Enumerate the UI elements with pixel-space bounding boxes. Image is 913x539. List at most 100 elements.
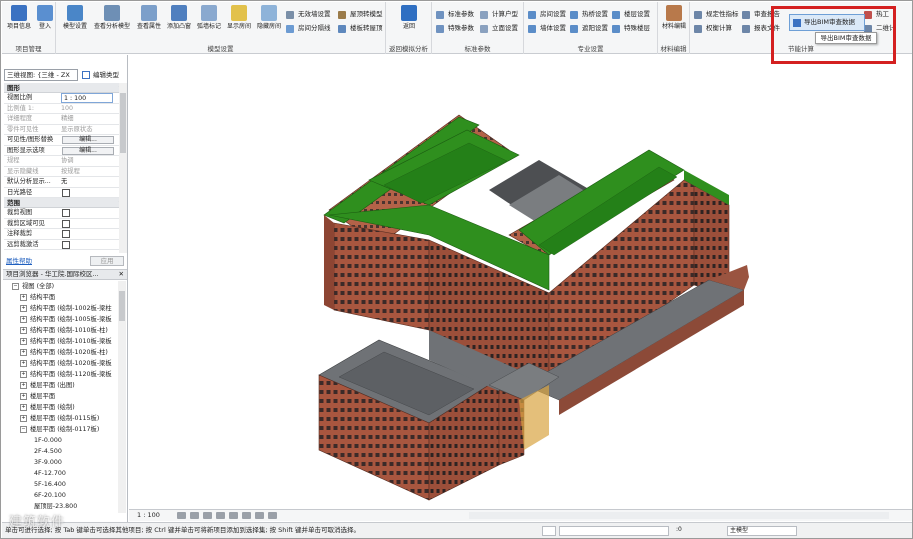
sun-path-checkbox[interactable] <box>62 188 70 197</box>
tree-item[interactable]: + 结构平面 (绘制-1020板-柱) <box>4 347 118 358</box>
hide-rooms-button[interactable]: 隐藏房间 <box>254 4 284 38</box>
view-analysis-model-button[interactable]: 查看分析模型 <box>92 4 132 38</box>
view-type-dropdown[interactable]: 三维视图: {三维 - ZX <box>4 69 78 81</box>
material-edit-button[interactable]: 材料编辑 <box>659 4 689 38</box>
tree-item[interactable]: 1F-0.000 <box>4 435 118 446</box>
tree-item[interactable]: + 结构平面 (绘制-1010板-柱) <box>4 325 118 336</box>
show-rooms-button[interactable]: 显示房间 <box>224 4 254 38</box>
tree-item[interactable]: − 视图 (全部) <box>4 281 118 292</box>
tree-item-label: 结构平面 (绘制-1020板-梁板 <box>30 360 112 367</box>
add-bump-window-button[interactable]: 添加凸窗 <box>164 4 194 38</box>
thermal-bridge-icon <box>570 11 578 19</box>
apply-button[interactable]: 应用 <box>90 256 124 266</box>
code-indicators-button[interactable]: 规定性指标 <box>694 9 739 20</box>
crop-visible-checkbox[interactable] <box>62 219 70 228</box>
roof-to-model-button[interactable]: 屋顶转模型 <box>338 9 383 20</box>
design-option-dropdown[interactable]: 主模型 <box>727 526 797 536</box>
expand-icon[interactable]: + <box>20 370 27 378</box>
attributes-icon <box>141 5 157 21</box>
viewport-horizontal-scrollbar[interactable] <box>469 512 889 519</box>
tree-item[interactable]: + 结构平面 (绘制-1010板-梁板 <box>4 336 118 347</box>
export-bim-review-button[interactable]: 导出BIM审查数据 <box>789 14 865 31</box>
calc-unit-type-button[interactable]: 计算户型 <box>480 9 518 20</box>
expand-icon[interactable]: + <box>20 392 27 400</box>
expand-icon[interactable]: + <box>20 304 27 312</box>
tree-item[interactable]: + 结构平面 (绘制-1002板-梁柱 <box>4 303 118 314</box>
lock-view-icon[interactable] <box>255 512 264 519</box>
far-clip-checkbox[interactable] <box>62 240 70 249</box>
edit-type-button[interactable]: 编辑类型 <box>82 69 126 81</box>
shading-settings-button[interactable]: 遮阳设置 <box>570 23 608 34</box>
wall-settings-button[interactable]: 墙体设置 <box>528 23 566 34</box>
tree-item[interactable]: 3F-9.000 <box>4 457 118 468</box>
analysis-model-icon <box>104 5 120 21</box>
room-split-lines-button[interactable]: 房间分隔线 <box>286 23 331 34</box>
view-scale[interactable]: 1 : 100 <box>137 510 160 521</box>
expand-icon[interactable]: + <box>20 381 27 389</box>
crop-view-checkbox[interactable] <box>62 209 70 217</box>
tree-item[interactable]: + 楼层平面 (出图) <box>4 380 118 391</box>
view-attributes-button[interactable]: 查看属性 <box>134 4 164 38</box>
special-params-button[interactable]: 特殊参数 <box>436 23 474 34</box>
tree-item[interactable]: + 楼层平面 (绘制-0115板) <box>4 413 118 424</box>
detail-level-icon[interactable] <box>177 512 186 519</box>
3d-viewport[interactable] <box>129 55 912 509</box>
prop-row[interactable]: 视图比例 1 : 100 <box>4 93 126 104</box>
tree-item[interactable]: 2F-4.500 <box>4 446 118 457</box>
tree-item[interactable]: + 楼层平面 <box>4 391 118 402</box>
tree-item[interactable]: + 结构平面 (绘制-1020板-梁板 <box>4 358 118 369</box>
scroll-thumb[interactable] <box>119 291 125 321</box>
tree-item[interactable]: 5F-16.400 <box>4 479 118 490</box>
properties-help-link[interactable]: 属性帮助 <box>4 257 32 265</box>
worksets-icon[interactable] <box>542 526 556 536</box>
tree-item[interactable]: + 结构平面 <box>4 292 118 303</box>
properties-scrollbar[interactable] <box>119 83 127 253</box>
section-graphics[interactable]: 图形⌃ <box>4 83 126 93</box>
tree-item[interactable]: − 楼层平面 (绘制-0117板) <box>4 424 118 435</box>
close-icon[interactable]: ✕ <box>119 270 124 279</box>
expand-icon[interactable]: + <box>20 414 27 422</box>
visibility-edit-button[interactable]: 编辑... <box>62 136 114 144</box>
view-scale-input[interactable]: 1 : 100 <box>61 93 113 103</box>
floor-to-roof-button[interactable]: 楼板转屋顶 <box>338 23 383 34</box>
browser-scrollbar[interactable] <box>118 281 126 513</box>
expand-icon[interactable]: + <box>20 293 27 301</box>
expand-icon[interactable]: + <box>20 359 27 367</box>
collapse-icon[interactable]: − <box>20 425 27 433</box>
expand-icon[interactable]: + <box>20 337 27 345</box>
expand-icon[interactable]: + <box>20 348 27 356</box>
expand-icon[interactable]: + <box>20 326 27 334</box>
arc-wall-mark-button[interactable]: 弧墙标记 <box>194 4 224 38</box>
tree-item[interactable]: + 结构平面 (绘制-1120板-梁板 <box>4 369 118 380</box>
tree-item[interactable]: + 结构平面 (绘制-1005板-梁板 <box>4 314 118 325</box>
render-icon[interactable] <box>229 512 238 519</box>
standard-params-button[interactable]: 标准参数 <box>436 9 474 20</box>
tree-item[interactable]: + 楼层平面 (绘制) <box>4 402 118 413</box>
tree-item-label: 结构平面 (绘制-1005板-梁板 <box>30 316 112 323</box>
prop-row[interactable]: 默认分析显示... 无 <box>4 177 126 188</box>
workset-dropdown[interactable] <box>559 526 669 536</box>
return-button[interactable]: 返回 <box>394 4 424 38</box>
visual-style-icon[interactable] <box>190 512 199 519</box>
shadows-icon[interactable] <box>216 512 225 519</box>
expand-icon[interactable]: + <box>20 315 27 323</box>
thermal-bridge-button[interactable]: 热桥设置 <box>570 9 608 20</box>
sun-path-icon[interactable] <box>203 512 212 519</box>
tree-item[interactable]: 6F-20.100 <box>4 490 118 501</box>
special-floors-button[interactable]: 特殊楼层 <box>612 23 650 34</box>
room-settings-button[interactable]: 房间设置 <box>528 9 566 20</box>
annotation-crop-checkbox[interactable] <box>62 230 70 238</box>
crop-icon[interactable] <box>242 512 251 519</box>
hide-isolate-icon[interactable] <box>268 512 277 519</box>
graphics-options-edit-button[interactable]: 编辑... <box>62 146 114 155</box>
expand-icon[interactable]: + <box>20 403 27 411</box>
section-range[interactable]: 范围⌃ <box>4 198 126 208</box>
collapse-icon[interactable]: − <box>12 282 19 290</box>
invalid-walls-button[interactable]: 无效墙设置 <box>286 9 331 20</box>
elevation-settings-button[interactable]: 立面设置 <box>480 23 518 34</box>
scroll-thumb[interactable] <box>120 93 126 153</box>
weight-calc-button[interactable]: 权衡计算 <box>694 23 732 34</box>
tree-item[interactable]: 4F-12.700 <box>4 468 118 479</box>
model-settings-button[interactable]: 模型设置 <box>60 4 90 38</box>
floor-settings-button[interactable]: 楼层设置 <box>612 9 650 20</box>
